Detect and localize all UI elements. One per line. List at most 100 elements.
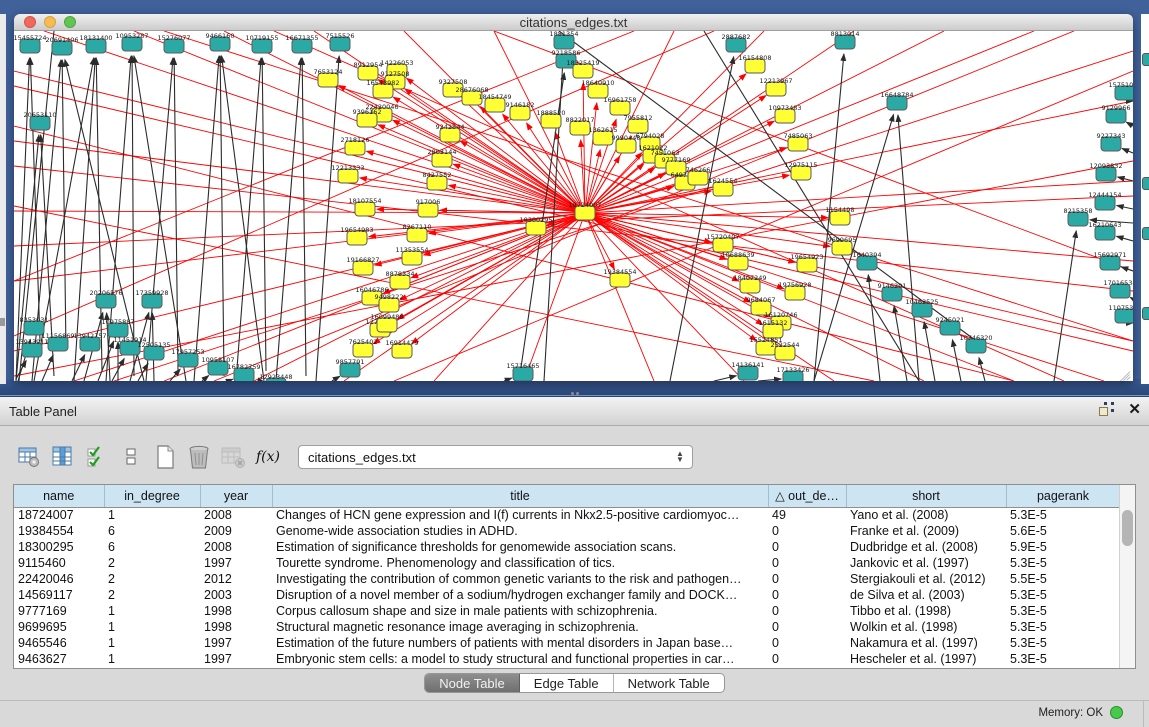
table-cell[interactable]: 0 [768, 603, 846, 619]
table-cell[interactable]: 2 [104, 571, 200, 587]
network-edge[interactable] [758, 379, 781, 381]
scrollbar-thumb[interactable] [1122, 510, 1133, 546]
column-header-out_de[interactable]: △ out_de… [768, 485, 846, 507]
table-row[interactable]: 1830029562008Estimation of significance … [14, 539, 1120, 555]
resize-grip[interactable] [1118, 366, 1131, 379]
crossing-edge[interactable] [14, 166, 1133, 291]
table-row[interactable]: 2242004622012Investigating the contribut… [14, 571, 1120, 587]
table-cell[interactable]: 6 [104, 523, 200, 539]
network-edge[interactable] [1117, 206, 1133, 209]
column-header-title[interactable]: title [272, 485, 768, 507]
table-settings-button[interactable] [14, 442, 44, 472]
column-header-in_degree[interactable]: in_degree [104, 485, 200, 507]
table-row[interactable]: 946554611997Estimation of the future num… [14, 635, 1120, 651]
table-cell[interactable]: 9699695 [14, 619, 104, 635]
table-cell[interactable]: 2008 [200, 539, 272, 555]
network-edge[interactable] [228, 379, 233, 381]
network-edge[interactable] [898, 115, 919, 381]
table-cell[interactable]: Wolkin et al. (1998) [846, 619, 1006, 635]
table-cell[interactable]: 5.5E-5 [1006, 571, 1120, 587]
table-cell[interactable]: 0 [768, 651, 846, 667]
table-cell[interactable]: Hescheler et al. (1997) [846, 651, 1006, 667]
table-cell[interactable]: 1 [104, 651, 200, 667]
network-edge[interactable] [714, 376, 736, 381]
table-row[interactable]: 1872400712008Changes of HCN gene express… [14, 507, 1120, 523]
network-edge[interactable] [72, 355, 85, 381]
table-cell[interactable]: 0 [768, 523, 846, 539]
memory-indicator[interactable]: Memory: OK [1038, 706, 1123, 719]
table-cell[interactable]: Tourette syndrome. Phenomenology and cla… [272, 555, 768, 571]
column-header-pagerank[interactable]: pagerank [1006, 485, 1120, 507]
table-cell[interactable]: 1998 [200, 603, 272, 619]
table-cell[interactable]: de Silva et al. (2003) [846, 587, 1006, 603]
table-cell[interactable]: 0 [768, 619, 846, 635]
close-panel-icon[interactable]: ✕ [1128, 403, 1141, 417]
network-edge[interactable] [30, 58, 40, 341]
function-builder-button[interactable]: f(x) [256, 449, 280, 465]
table-cell[interactable]: 49 [768, 507, 846, 523]
network-edge[interactable] [316, 56, 339, 381]
table-cell[interactable]: 0 [768, 587, 846, 603]
column-header-short[interactable]: short [846, 485, 1006, 507]
network-edge[interactable] [1118, 177, 1133, 181]
delete-button[interactable] [184, 442, 214, 472]
table-cell[interactable]: Genome-wide association studies in ADHD. [272, 523, 768, 539]
table-cell[interactable]: Jankovic et al. (1997) [846, 555, 1006, 571]
table-cell[interactable]: 6 [104, 539, 200, 555]
network-edge[interactable] [670, 57, 734, 381]
network-edge[interactable] [527, 123, 585, 213]
tab-node-table[interactable]: Node Table [425, 674, 520, 692]
network-edge[interactable] [42, 355, 53, 381]
network-edge[interactable] [132, 56, 134, 376]
table-cell[interactable]: 1997 [200, 555, 272, 571]
table-cell[interactable]: 2009 [200, 523, 272, 539]
table-row[interactable]: 1938455462009Genome-wide association stu… [14, 523, 1120, 539]
table-cell[interactable]: 1 [104, 507, 200, 523]
table-cell[interactable]: 2 [104, 587, 200, 603]
hub-ray-edge[interactable] [44, 31, 585, 213]
table-cell[interactable]: 9115460 [14, 555, 104, 571]
table-cell[interactable]: 1 [104, 635, 200, 651]
table-cell[interactable]: Investigating the contribution of common… [272, 571, 768, 587]
table-cell[interactable]: 0 [768, 555, 846, 571]
window-titlebar[interactable]: citations_edges.txt [14, 14, 1133, 31]
table-cell[interactable]: 5.3E-5 [1006, 619, 1120, 635]
table-cell[interactable]: 1997 [200, 635, 272, 651]
table-cell[interactable]: 5.9E-5 [1006, 539, 1120, 555]
network-edge[interactable] [1121, 267, 1133, 271]
column-header-year[interactable]: year [200, 485, 272, 507]
table-column-button[interactable] [48, 442, 78, 472]
network-edge[interactable] [424, 213, 585, 255]
table-cell[interactable]: Corpus callosum shape and size in male p… [272, 603, 768, 619]
table-cell[interactable]: 18724007 [14, 507, 104, 523]
table-cell[interactable]: 5.3E-5 [1006, 635, 1120, 651]
table-vertical-scrollbar[interactable] [1119, 485, 1135, 668]
network-edge[interactable] [220, 56, 224, 376]
table-cell[interactable]: 2008 [200, 507, 272, 523]
network-canvas-svg[interactable]: 1545572420691406181314001095328715276077… [14, 31, 1133, 381]
network-edge[interactable] [202, 376, 209, 381]
network-edge[interactable] [194, 56, 219, 381]
table-cell[interactable]: Yano et al. (2008) [846, 507, 1006, 523]
table-cell[interactable]: Franke et al. (2009) [846, 523, 1006, 539]
table-row[interactable]: 911546021997Tourette syndrome. Phenomeno… [14, 555, 1120, 571]
network-canvas[interactable]: 1545572420691406181314001095328715276077… [14, 31, 1133, 381]
new-table-button[interactable] [150, 442, 180, 472]
table-cell[interactable]: 9465546 [14, 635, 104, 651]
network-edge[interactable] [62, 60, 66, 351]
table-cell[interactable]: Estimation of the future numbers of pati… [272, 635, 768, 651]
select-mode-button[interactable] [82, 442, 112, 472]
network-edge[interactable] [174, 58, 178, 371]
table-row[interactable]: 946362711997Embryonic stem cells: a mode… [14, 651, 1120, 667]
table-cell[interactable]: 5.3E-5 [1006, 603, 1120, 619]
table-cell[interactable]: 1 [104, 619, 200, 635]
crossing-edge[interactable] [704, 31, 919, 381]
tab-edge-table[interactable]: Edge Table [520, 674, 614, 692]
table-cell[interactable]: 2 [104, 555, 200, 571]
network-edge[interactable] [1054, 231, 1076, 381]
table-cell[interactable]: 2012 [200, 571, 272, 587]
column-header-name[interactable]: name [14, 485, 104, 507]
network-edge[interactable] [1122, 149, 1133, 153]
table-cell[interactable]: 5.3E-5 [1006, 651, 1120, 667]
network-edge[interactable] [302, 58, 306, 376]
